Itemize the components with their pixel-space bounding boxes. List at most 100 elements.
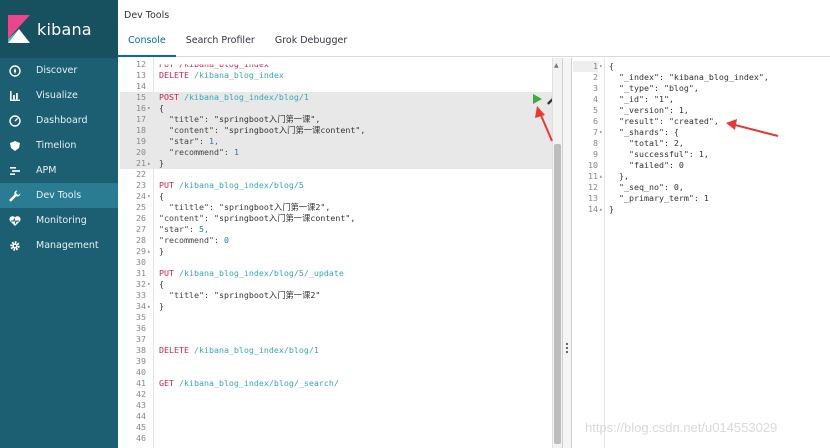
- editor-scrollbar-thumb[interactable]: [554, 144, 561, 444]
- line-number: 13: [588, 193, 598, 203]
- editor-line[interactable]: 43: [120, 400, 556, 411]
- editor-line[interactable]: 14: [120, 81, 556, 92]
- editor-line[interactable]: 46: [120, 433, 556, 444]
- editor-line[interactable]: 35: [120, 312, 556, 323]
- fold-end-icon[interactable]: ▴: [147, 301, 153, 312]
- code-text: PUT /kibana_blog_index/blog/5: [159, 180, 304, 191]
- code-text: }: [159, 246, 164, 257]
- fold-expanded-icon[interactable]: ▾: [599, 61, 605, 72]
- http-method: DELETE: [159, 70, 194, 80]
- editor-line[interactable]: 38 DELETE /kibana_blog_index/blog/1: [120, 345, 556, 356]
- json-token: 0: [223, 235, 229, 245]
- sidebar-item-monitoring[interactable]: Monitoring: [0, 208, 118, 233]
- output-line: 13 "_primary_term": 1: [573, 193, 830, 204]
- editor-line[interactable]: 31 PUT /kibana_blog_index/blog/5/_update: [120, 268, 556, 279]
- fold-expanded-icon[interactable]: ▾: [147, 191, 153, 202]
- editor-line[interactable]: 37: [120, 334, 556, 345]
- sidebar-item-label: Dev Tools: [36, 190, 82, 201]
- sidebar-item-visualize[interactable]: Visualize: [0, 83, 118, 108]
- editor-line[interactable]: 25 "tiltle": "springboot入门第一课2",: [120, 202, 556, 213]
- code-text: "title": "springboot入门第一课2": [159, 290, 320, 301]
- editor-line[interactable]: 18 "content": "springboot入门第一课content",: [120, 125, 556, 136]
- editor-line[interactable]: 17 "title": "springboot入门第一课",: [120, 114, 556, 125]
- fold-end-icon[interactable]: ▴: [599, 171, 605, 182]
- code-text: POST /kibana_blog_index/blog/1: [159, 92, 309, 103]
- sidebar-item-timelion[interactable]: Timelion: [0, 133, 118, 158]
- tab-search-profiler[interactable]: Search Profiler: [176, 30, 265, 57]
- editor-line[interactable]: 29 ▴}: [120, 246, 556, 257]
- editor-line[interactable]: 23 PUT /kibana_blog_index/blog/5: [120, 180, 556, 191]
- editor-line[interactable]: 40: [120, 367, 556, 378]
- request-path: /kibana_blog_index/blog/1: [183, 92, 309, 102]
- sidebar-item-discover[interactable]: Discover: [0, 58, 118, 83]
- fold-expanded-icon[interactable]: ▾: [147, 279, 153, 290]
- editor-line[interactable]: 41 GET /kibana_blog_index/blog/_search/: [120, 378, 556, 389]
- sidebar-item-apm[interactable]: APM: [0, 158, 118, 183]
- line-number: 2: [593, 72, 598, 82]
- editor-line[interactable]: 36: [120, 323, 556, 334]
- sidebar-item-dashboard[interactable]: Dashboard: [0, 108, 118, 133]
- tab-console[interactable]: Console: [118, 30, 176, 57]
- pane-resize-handle[interactable]: [562, 58, 572, 448]
- run-request-icon[interactable]: [532, 94, 542, 104]
- editor-line[interactable]: 24 ▾ {: [120, 191, 556, 202]
- dashboard-icon: [9, 114, 27, 127]
- editor-line[interactable]: 42: [120, 389, 556, 400]
- editor-line[interactable]: 44: [120, 411, 556, 422]
- editor-line[interactable]: 21 ▴}: [120, 158, 556, 169]
- line-number: 22: [136, 169, 146, 179]
- code-text: {: [159, 191, 164, 202]
- tab-grok-debugger[interactable]: Grok Debugger: [265, 30, 357, 57]
- line-number: 7: [593, 127, 598, 137]
- fold-end-icon[interactable]: ▴: [147, 158, 153, 169]
- response-output[interactable]: 1 ▾{2 "_index": "kibana_blog_index", 3 "_t…: [573, 58, 830, 448]
- editor-line[interactable]: 45: [120, 422, 556, 433]
- tab-bar: Console Search Profiler Grok Debugger: [118, 30, 357, 57]
- fold-end-icon[interactable]: ▴: [599, 204, 605, 215]
- code-text: "content": "springboot入门第一课content",: [159, 125, 365, 136]
- kibana-logo[interactable]: kibana: [0, 0, 118, 58]
- json-token: "tiltle":: [159, 202, 219, 212]
- json-response-text: "result": "created",: [609, 116, 719, 126]
- sidebar-item-management[interactable]: Management: [0, 233, 118, 258]
- editor-line[interactable]: 34 ▴}: [120, 301, 556, 312]
- line-number: 18: [136, 125, 146, 135]
- json-token: "title":: [159, 114, 214, 124]
- editor-scrollbar[interactable]: ▲: [552, 58, 562, 448]
- request-editor[interactable]: 12 PUT /kibana_blog_index 13 DELETE /kibana…: [120, 58, 556, 448]
- sidebar-item-dev-tools[interactable]: Dev Tools: [0, 183, 118, 208]
- editor-line[interactable]: 22: [120, 169, 556, 180]
- http-method: PUT /kibana_blog_index: [159, 59, 269, 70]
- request-path: /kibana_blog_index/blog/5/_update: [178, 268, 344, 278]
- editor-line[interactable]: 15 POST /kibana_blog_index/blog/1: [120, 92, 556, 103]
- json-response-text: "total": 2,: [609, 138, 684, 148]
- resize-grip-icon: [566, 343, 568, 353]
- fold-end-icon[interactable]: ▴: [147, 246, 153, 257]
- line-number: 20: [136, 147, 146, 157]
- editor-line[interactable]: 33 "title": "springboot入门第一课2": [120, 290, 556, 301]
- json-token: "springboot入门第一课",: [213, 114, 321, 124]
- editor-line[interactable]: 39: [120, 356, 556, 367]
- editor-line[interactable]: 13 DELETE /kibana_blog_index: [120, 70, 556, 81]
- editor-line[interactable]: 20 "recommend": 1: [120, 147, 556, 158]
- sidebar-nav: Discover Visualize Dashboard Timelion APM Dev…: [0, 58, 118, 258]
- editor-line[interactable]: 12 PUT /kibana_blog_index: [120, 59, 556, 70]
- editor-line[interactable]: 30: [120, 257, 556, 268]
- json-token: 5,: [198, 224, 209, 234]
- editor-line[interactable]: 16 ▾ {: [120, 103, 556, 114]
- editor-line[interactable]: 27 "star": 5,: [120, 224, 556, 235]
- line-number: 19: [136, 136, 146, 146]
- json-token: {: [159, 103, 164, 113]
- fold-expanded-icon[interactable]: ▾: [147, 103, 153, 114]
- json-token: 1: [233, 147, 239, 157]
- editor-line[interactable]: 28 "recommend": 0: [120, 235, 556, 246]
- editor-line[interactable]: 19 "star": 1,: [120, 136, 556, 147]
- line-number: 9: [593, 149, 598, 159]
- line-number: 15: [136, 92, 146, 102]
- sidebar-item-label: Discover: [36, 65, 78, 76]
- heartbeat-icon: [9, 215, 27, 227]
- editor-line[interactable]: 26 "content": "springboot入门第一课content",: [120, 213, 556, 224]
- fold-expanded-icon[interactable]: ▾: [599, 127, 605, 138]
- scroll-up-icon[interactable]: ▲: [554, 62, 559, 69]
- editor-line[interactable]: 32 ▾ {: [120, 279, 556, 290]
